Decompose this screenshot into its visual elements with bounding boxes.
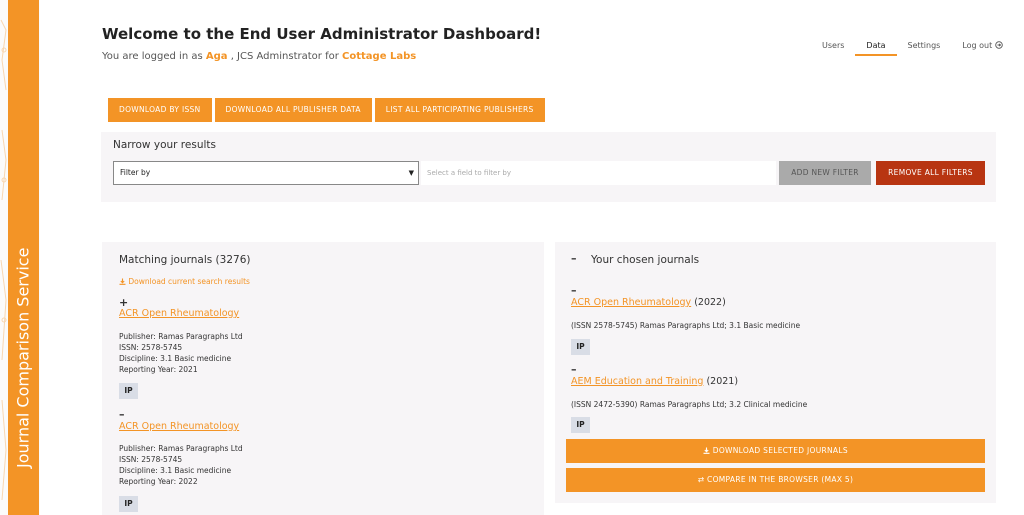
chosen-journal-detail: (ISSN 2578-5745) Ramas Paragraphs Ltd; 3… — [571, 321, 801, 330]
user-name: Aga — [205, 51, 228, 62]
circuit-pattern-decoration — [0, 19, 7, 501]
filter-select[interactable]: Filter by ▼ — [113, 161, 419, 185]
download-results-link[interactable]: Download current search results — [119, 277, 250, 286]
page-title: Welcome to the End User Administrator Da… — [102, 25, 542, 43]
nav-users[interactable]: Users — [811, 40, 855, 56]
logout-icon — [995, 41, 1003, 49]
journal-issn: ISSN: 2578-5745 — [119, 343, 183, 352]
journal-link[interactable]: ACR Open Rheumatology — [119, 421, 239, 432]
journal-issn: ISSN: 2578-5745 — [119, 455, 183, 464]
login-info: You are logged in as Aga , JCS Adminstra… — [102, 51, 416, 62]
download-icon — [703, 447, 710, 454]
journal-meta: Publisher: Ramas Paragraphs Ltd ISSN: 25… — [119, 331, 243, 375]
journal-meta: Publisher: Ramas Paragraphs Ltd ISSN: 25… — [119, 443, 243, 487]
compare-icon: ⇄ — [697, 475, 705, 484]
chosen-journal-detail: (ISSN 2472-5390) Ramas Paragraphs Ltd; 3… — [571, 400, 808, 409]
download-selected-label: DOWNLOAD SELECTED JOURNALS — [712, 446, 848, 455]
filter-select-value: Filter by — [120, 168, 151, 177]
journal-publisher: Publisher: Ramas Paragraphs Ltd — [119, 444, 243, 453]
logout-label: Log out — [962, 41, 993, 50]
collapse-toggle[interactable]: – — [571, 252, 577, 265]
action-buttons: DOWNLOAD BY ISSN DOWNLOAD ALL PUBLISHER … — [108, 98, 545, 122]
compare-button[interactable]: ⇄ COMPARE IN THE BROWSER (MAX 5) — [566, 468, 985, 492]
chosen-item-heading: ACR Open Rheumatology (2022) — [571, 297, 726, 308]
chosen-item-heading: AEM Education and Training (2021) — [571, 376, 738, 387]
chosen-journal-link[interactable]: AEM Education and Training — [571, 376, 703, 387]
chosen-journal-year: (2022) — [694, 297, 726, 308]
ip-badge: IP — [571, 417, 590, 433]
nav-settings[interactable]: Settings — [897, 40, 952, 56]
add-filter-button[interactable]: ADD NEW FILTER — [779, 161, 871, 185]
remove-chosen-toggle[interactable]: – — [571, 363, 577, 376]
filter-value-input[interactable]: Select a field to filter by — [421, 161, 776, 185]
matching-title: Matching journals (3276) — [119, 254, 251, 266]
service-title: Journal Comparison Service — [13, 247, 33, 468]
list-publishers-button[interactable]: LIST ALL PARTICIPATING PUBLISHERS — [374, 98, 545, 122]
compare-label: COMPARE IN THE BROWSER (MAX 5) — [707, 475, 854, 484]
remove-filters-button[interactable]: REMOVE ALL FILTERS — [876, 161, 985, 185]
filter-panel: Narrow your results Filter by ▼ Select a… — [101, 132, 996, 202]
filter-heading: Narrow your results — [113, 139, 216, 151]
nav-logout[interactable]: Log out — [951, 40, 1013, 56]
logged-prefix: You are logged in as — [102, 51, 203, 62]
journal-publisher: Publisher: Ramas Paragraphs Ltd — [119, 332, 243, 341]
download-results-label: Download current search results — [128, 277, 250, 286]
chosen-journals-panel: – Your chosen journals – ACR Open Rheuma… — [555, 242, 996, 503]
remove-chosen-toggle[interactable]: – — [571, 284, 577, 297]
matching-journals-panel: Matching journals (3276) Download curren… — [102, 242, 544, 515]
nav-data[interactable]: Data — [855, 40, 897, 56]
chosen-journal-year: (2021) — [706, 376, 739, 387]
remove-journal-toggle[interactable]: – — [119, 408, 125, 421]
journal-year: Reporting Year: 2021 — [119, 365, 198, 374]
chosen-title: Your chosen journals — [591, 254, 700, 266]
download-selected-button[interactable]: DOWNLOAD SELECTED JOURNALS — [566, 439, 985, 463]
journal-link[interactable]: ACR Open Rheumatology — [119, 308, 239, 319]
journal-discipline: Discipline: 3.1 Basic medicine — [119, 354, 232, 363]
role-text: , JCS Adminstrator for — [230, 51, 339, 62]
journal-discipline: Discipline: 3.1 Basic medicine — [119, 466, 232, 475]
chosen-journal-link[interactable]: ACR Open Rheumatology — [571, 297, 691, 308]
chevron-down-icon: ▼ — [408, 169, 414, 177]
download-all-publisher-data-button[interactable]: DOWNLOAD ALL PUBLISHER DATA — [214, 98, 372, 122]
ip-badge: IP — [119, 383, 138, 399]
download-icon — [119, 278, 126, 285]
sidebar: Journal Comparison Service — [0, 0, 40, 515]
org-name: Cottage Labs — [342, 51, 417, 62]
ip-badge: IP — [571, 339, 590, 355]
download-by-issn-button[interactable]: DOWNLOAD BY ISSN — [108, 98, 212, 122]
top-nav: Users Data Settings Log out — [811, 40, 1014, 56]
ip-badge: IP — [119, 496, 138, 512]
journal-year: Reporting Year: 2022 — [119, 477, 198, 486]
